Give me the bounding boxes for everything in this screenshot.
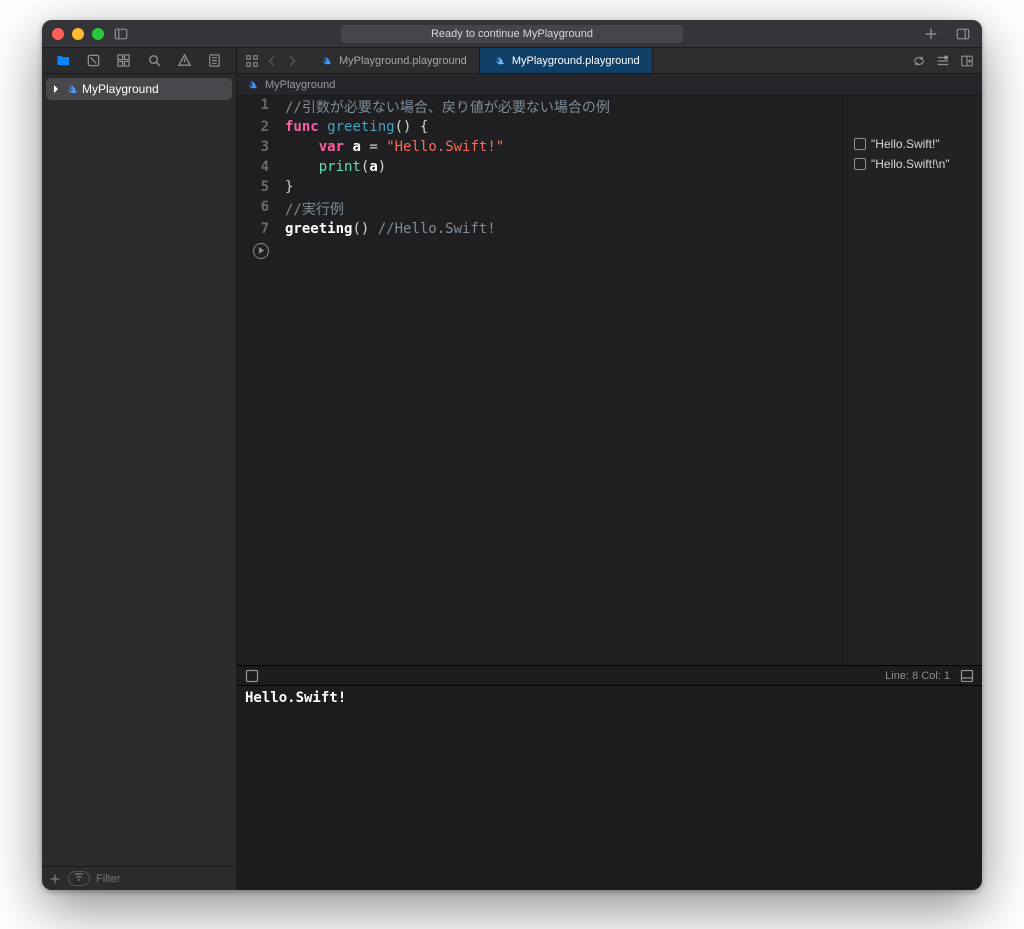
console-output: Hello.Swift!: [245, 690, 346, 706]
swift-icon: [245, 78, 259, 92]
results-sidebar: "Hello.Swift!" "Hello.Swift!\n": [847, 96, 982, 665]
filter-scope-icon[interactable]: [68, 871, 90, 886]
activity-status: Ready to continue MyPlayground: [341, 25, 683, 43]
toggle-variables-icon[interactable]: [245, 669, 259, 683]
tab-label: MyPlayground.playground: [512, 55, 640, 67]
line-number: 6: [237, 198, 281, 220]
window-controls: [52, 28, 104, 40]
symbol-navigator-icon[interactable]: [116, 53, 131, 68]
line-number: 5: [237, 178, 281, 198]
result-value: "Hello.Swift!\n": [871, 157, 950, 171]
debug-area: Line: 8 Col: 1 Hello.Swift!: [237, 665, 982, 890]
project-name: MyPlayground: [82, 82, 159, 96]
back-icon[interactable]: [265, 54, 279, 68]
add-icon[interactable]: [922, 25, 940, 43]
add-target-icon[interactable]: [48, 872, 62, 886]
toggle-navigator-icon[interactable]: [112, 25, 130, 43]
chevron-right-icon: [52, 85, 60, 93]
line-number: 1: [237, 96, 281, 118]
swift-icon: [64, 82, 78, 96]
xcode-window: Ready to continue MyPlayground: [42, 20, 982, 890]
cursor-position: Line: 8 Col: 1: [885, 670, 950, 682]
swift-icon: [492, 54, 506, 68]
jump-bar-item: MyPlayground: [265, 79, 335, 91]
navigator: MyPlayground: [42, 48, 237, 890]
report-navigator-icon[interactable]: [207, 53, 222, 68]
editor-split: 1 //引数が必要ない場合、戻り値が必要ない場合の例 2 func greeti…: [237, 96, 982, 665]
project-navigator-icon[interactable]: [56, 53, 71, 68]
console[interactable]: Hello.Swift!: [237, 686, 982, 890]
quicklook-icon[interactable]: [854, 138, 866, 150]
navigator-filter-input[interactable]: [96, 873, 238, 885]
titlebar: Ready to continue MyPlayground: [42, 20, 982, 48]
close-window-button[interactable]: [52, 28, 64, 40]
navigator-tabs: [42, 48, 236, 74]
line-number: 3: [237, 138, 281, 158]
forward-icon[interactable]: [285, 54, 299, 68]
result-value: "Hello.Swift!": [871, 137, 940, 151]
debug-bar: Line: 8 Col: 1: [237, 666, 982, 686]
add-editor-icon[interactable]: [960, 54, 974, 68]
editor-tab-2[interactable]: MyPlayground.playground: [480, 48, 653, 73]
jump-bar[interactable]: MyPlayground: [237, 74, 982, 96]
result-row[interactable]: "Hello.Swift!\n": [848, 154, 982, 174]
line-number: 7: [237, 220, 281, 240]
minimize-window-button[interactable]: [72, 28, 84, 40]
editor-tab-1[interactable]: MyPlayground.playground: [307, 48, 480, 73]
current-line: [281, 240, 847, 260]
library-icon[interactable]: [954, 25, 972, 43]
related-items-icon[interactable]: [245, 54, 259, 68]
quicklook-icon[interactable]: [854, 158, 866, 170]
navigator-tree: MyPlayground: [42, 74, 236, 866]
code-comment: //引数が必要ない場合、戻り値が必要ない場合の例: [285, 100, 610, 116]
body: MyPlayground: [42, 48, 982, 890]
code-editor[interactable]: 1 //引数が必要ない場合、戻り値が必要ない場合の例 2 func greeti…: [237, 96, 847, 665]
tab-label: MyPlayground.playground: [339, 55, 467, 67]
titlebar-right: [922, 25, 972, 43]
find-navigator-icon[interactable]: [147, 53, 162, 68]
toggle-live-icon[interactable]: [912, 54, 926, 68]
source-control-navigator-icon[interactable]: [86, 53, 101, 68]
tab-bar: MyPlayground.playground MyPlayground.pla…: [237, 48, 982, 74]
result-row[interactable]: "Hello.Swift!": [848, 134, 982, 154]
swift-icon: [319, 54, 333, 68]
line-number: [237, 240, 281, 260]
line-number: 2: [237, 118, 281, 138]
navigator-footer: [42, 866, 236, 890]
zoom-window-button[interactable]: [92, 28, 104, 40]
project-row[interactable]: MyPlayground: [46, 78, 232, 100]
editor-area: MyPlayground.playground MyPlayground.pla…: [237, 48, 982, 890]
toggle-console-icon[interactable]: [960, 669, 974, 683]
run-line-icon[interactable]: [253, 243, 269, 259]
editor-options-icon[interactable]: [936, 54, 950, 68]
line-number: 4: [237, 158, 281, 178]
issue-navigator-icon[interactable]: [177, 53, 192, 68]
